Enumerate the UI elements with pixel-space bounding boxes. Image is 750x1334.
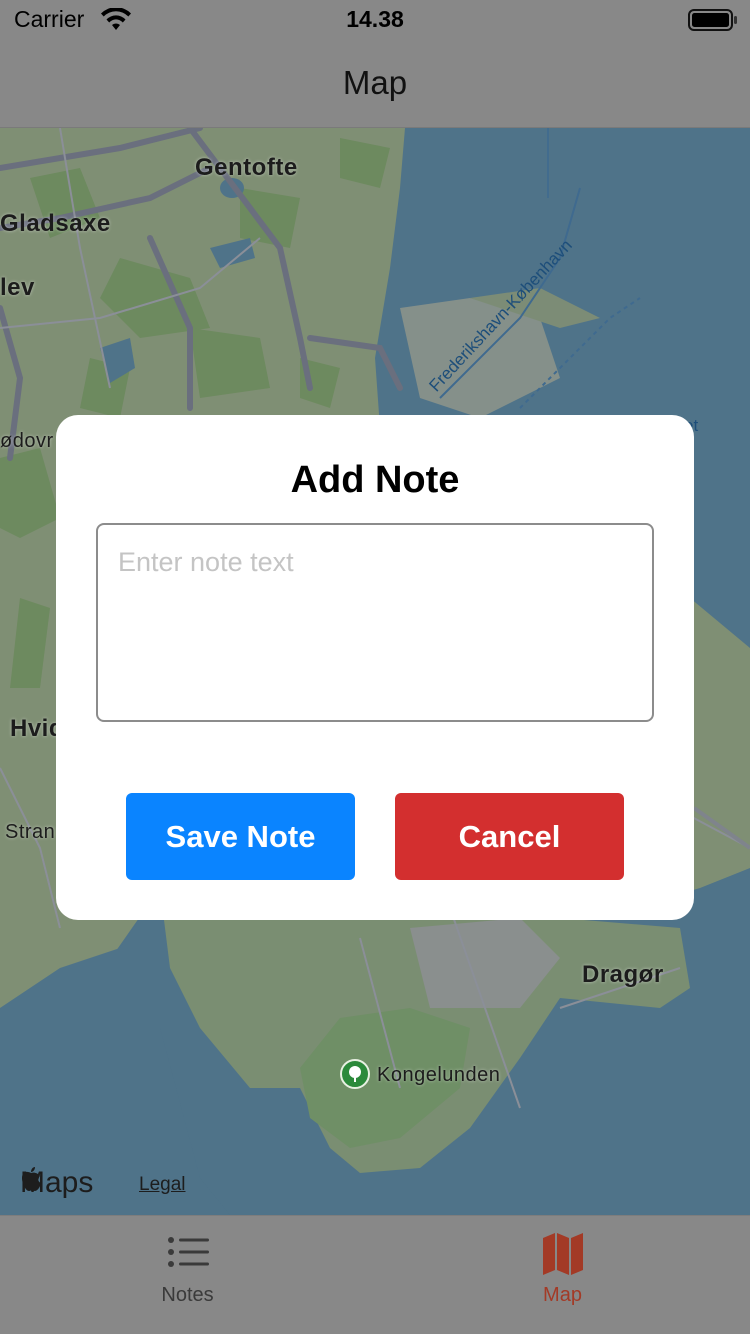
status-bar: Carrier 14.38 — [0, 0, 750, 40]
page-title: Map — [342, 64, 408, 101]
map-label-gentofte: Gentofte — [195, 154, 298, 181]
tab-map-label: Map — [543, 1284, 582, 1306]
navigation-bar: Map — [0, 40, 750, 128]
tab-notes-label: Notes — [161, 1284, 214, 1306]
apple-icon — [22, 1167, 41, 1191]
status-time: 14.38 — [346, 6, 404, 32]
legal-link[interactable]: Legal — [139, 1174, 186, 1196]
map-label-stran: Stran — [5, 821, 56, 843]
tab-bar: Notes Map — [0, 1215, 750, 1334]
cancel-button[interactable]: Cancel — [395, 793, 624, 880]
dialog-title: Add Note — [290, 459, 460, 501]
note-text-input[interactable] — [96, 523, 654, 722]
map-label-gladsaxe: Gladsaxe — [0, 210, 111, 237]
tree-icon — [349, 1066, 361, 1082]
battery-icon — [688, 9, 737, 31]
list-icon — [167, 1237, 209, 1267]
park-pin-icon[interactable] — [340, 1059, 370, 1089]
map-label-kongelunden: Kongelunden — [377, 1064, 501, 1086]
add-note-dialog: Add Note Save Note Cancel — [56, 415, 694, 920]
map-icon — [542, 1233, 583, 1275]
map-label-dragor: Dragør — [582, 961, 664, 988]
apple-maps-logo: Maps — [20, 1166, 93, 1200]
save-note-button[interactable]: Save Note — [126, 793, 355, 880]
tab-notes[interactable]: Notes — [0, 1216, 375, 1334]
map-label-lev: lev — [0, 274, 35, 301]
map-label-odovr: ødovr — [0, 430, 54, 452]
tab-map[interactable]: Map — [375, 1216, 750, 1334]
